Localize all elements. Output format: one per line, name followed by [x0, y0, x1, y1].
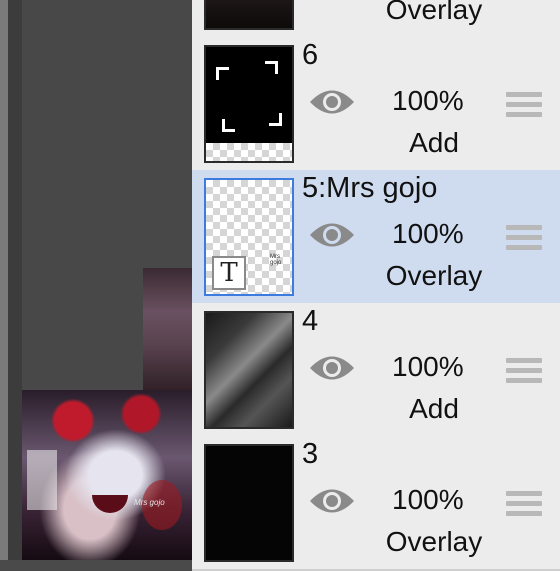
layer-opacity[interactable]: 100%: [392, 351, 464, 383]
layer-row-3[interactable]: 3 100% Overlay: [192, 436, 560, 571]
layer-thumbnail: Mrs gojo T: [204, 178, 294, 296]
drag-handle-icon[interactable]: [506, 358, 542, 384]
layer-name: 6: [302, 39, 319, 71]
layer-thumbnail: [204, 444, 294, 562]
layer-row-6[interactable]: 6 100% Add: [192, 37, 560, 172]
layer-blend-mode[interactable]: Overlay: [374, 260, 494, 292]
layer-blend-mode[interactable]: Add: [374, 393, 494, 425]
artwork-signature: Mrs gojo: [134, 498, 165, 507]
layer-blend-mode[interactable]: Overlay: [374, 526, 494, 558]
layer-row-5[interactable]: Mrs gojo T 5:Mrs gojo 100% Overlay: [192, 170, 560, 305]
layer-thumbnail: [204, 311, 294, 429]
artwork-partial: [143, 268, 192, 393]
eye-icon[interactable]: [308, 351, 356, 385]
layer-row-4[interactable]: 4 100% Add: [192, 303, 560, 438]
drag-handle-icon[interactable]: [506, 92, 542, 118]
layer-thumbnail: [204, 45, 294, 163]
layers-panel: Overlay 6 100% Add Mrs gojo T 5:Mrs gojo: [192, 0, 560, 571]
canvas-scroll-strip: [0, 0, 8, 560]
eye-icon[interactable]: [308, 85, 356, 119]
canvas-margin: [8, 0, 22, 560]
canvas-area[interactable]: Mrs gojo: [0, 0, 192, 560]
eye-icon[interactable]: [308, 218, 356, 252]
layer-opacity[interactable]: 100%: [392, 484, 464, 516]
artwork-preview: Mrs gojo: [22, 390, 192, 560]
layer-opacity[interactable]: 100%: [392, 85, 464, 117]
text-layer-icon: T: [212, 256, 246, 290]
layer-row[interactable]: Overlay: [192, 0, 560, 39]
layer-opacity[interactable]: 100%: [392, 218, 464, 250]
layer-name: 3: [302, 438, 319, 470]
layer-name: 5:Mrs gojo: [302, 172, 438, 204]
drag-handle-icon[interactable]: [506, 491, 542, 517]
layer-name: 4: [302, 305, 319, 337]
layer-blend-mode[interactable]: Add: [374, 127, 494, 159]
drag-handle-icon[interactable]: [506, 225, 542, 251]
eye-icon[interactable]: [308, 484, 356, 518]
layer-thumbnail: [204, 0, 294, 30]
layer-blend-mode[interactable]: Overlay: [374, 0, 494, 26]
thumbnail-text-preview: Mrs gojo: [270, 254, 282, 266]
